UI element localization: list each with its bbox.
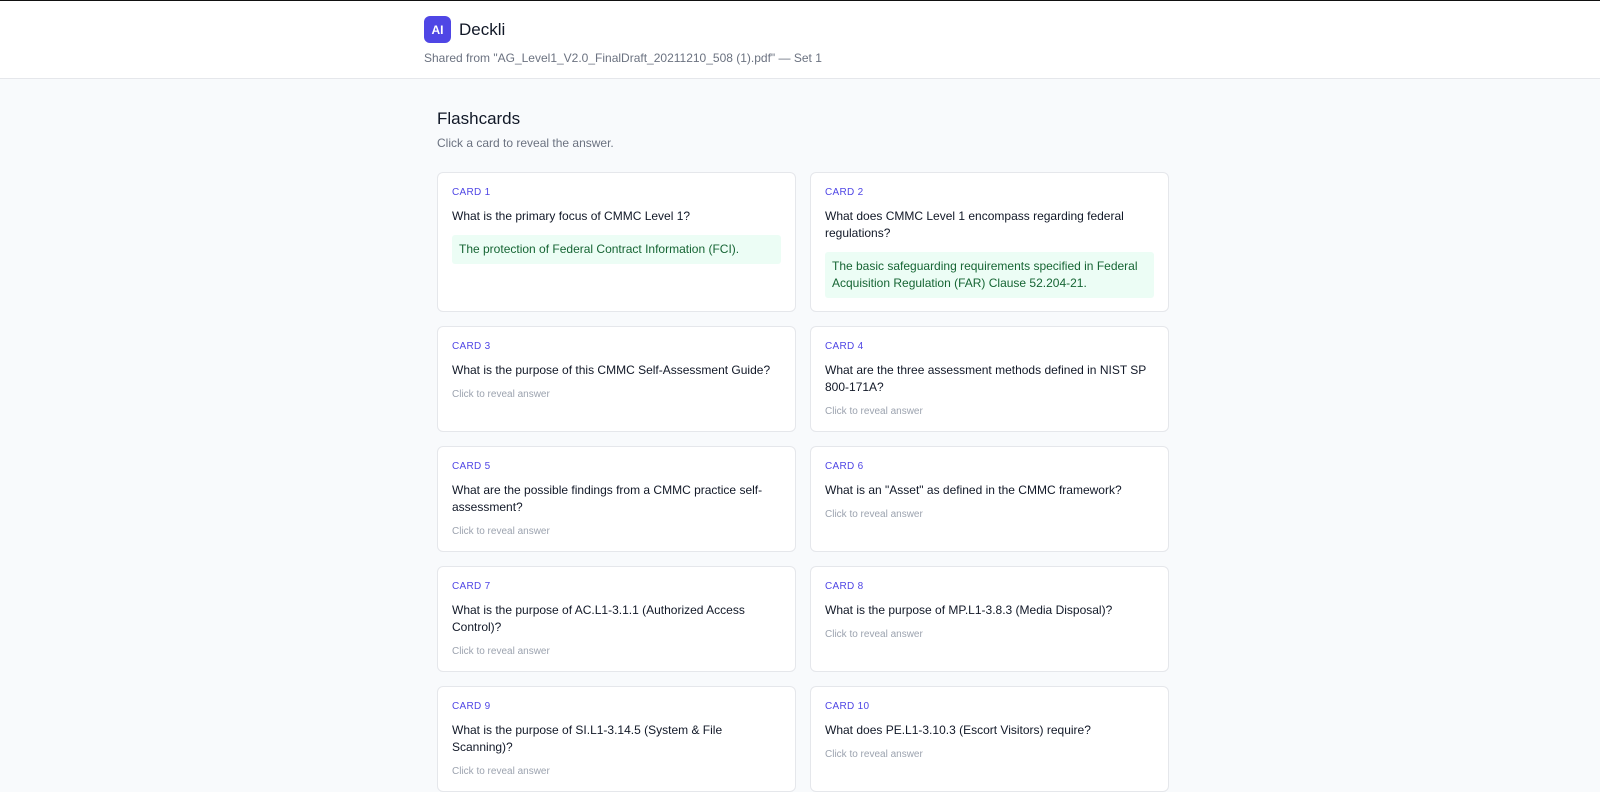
card-answer: The basic safeguarding requirements spec… — [825, 252, 1154, 298]
reveal-hint: Click to reveal answer — [825, 509, 923, 520]
flashcard[interactable]: CARD 1 What is the primary focus of CMMC… — [437, 172, 796, 312]
flashcard[interactable]: CARD 2 What does CMMC Level 1 encompass … — [810, 172, 1169, 312]
flashcard-grid: CARD 1 What is the primary focus of CMMC… — [437, 172, 1169, 792]
card-question: What is the purpose of this CMMC Self-As… — [452, 363, 771, 377]
card-number: CARD 9 — [452, 701, 491, 712]
flashcard[interactable]: CARD 8 What is the purpose of MP.L1-3.8.… — [810, 566, 1169, 672]
card-question: What does CMMC Level 1 encompass regardi… — [825, 209, 1124, 240]
card-question: What is the purpose of AC.L1-3.1.1 (Auth… — [452, 603, 745, 634]
card-number: CARD 3 — [452, 341, 491, 352]
flashcard[interactable]: CARD 3 What is the purpose of this CMMC … — [437, 326, 796, 432]
shared-from-text: Shared from "AG_Level1_V2.0_FinalDraft_2… — [424, 51, 822, 65]
card-question: What does PE.L1-3.10.3 (Escort Visitors)… — [825, 723, 1091, 737]
reveal-hint: Click to reveal answer — [452, 389, 550, 400]
card-number: CARD 6 — [825, 461, 864, 472]
card-number: CARD 5 — [452, 461, 491, 472]
reveal-hint: Click to reveal answer — [452, 646, 550, 657]
ai-logo-icon: AI — [424, 16, 451, 43]
card-number: CARD 4 — [825, 341, 864, 352]
reveal-hint: Click to reveal answer — [825, 629, 923, 640]
flashcard[interactable]: CARD 5 What are the possible findings fr… — [437, 446, 796, 552]
flashcard[interactable]: CARD 7 What is the purpose of AC.L1-3.1.… — [437, 566, 796, 672]
flashcard[interactable]: CARD 6 What is an "Asset" as defined in … — [810, 446, 1169, 552]
flashcard[interactable]: CARD 4 What are the three assessment met… — [810, 326, 1169, 432]
card-number: CARD 1 — [452, 187, 491, 198]
reveal-hint: Click to reveal answer — [825, 406, 923, 417]
card-question: What are the possible findings from a CM… — [452, 483, 763, 514]
card-number: CARD 7 — [452, 581, 491, 592]
main-content: Flashcards Click a card to reveal the an… — [437, 79, 1169, 792]
app-name: Deckli — [459, 19, 506, 39]
reveal-hint: Click to reveal answer — [452, 766, 550, 777]
brand: AI Deckli — [424, 16, 505, 43]
card-number: CARD 10 — [825, 701, 870, 712]
card-question: What are the three assessment methods de… — [825, 363, 1147, 394]
reveal-hint: Click to reveal answer — [452, 526, 550, 537]
reveal-hint: Click to reveal answer — [825, 749, 923, 760]
card-number: CARD 8 — [825, 581, 864, 592]
page-subtitle: Click a card to reveal the answer. — [437, 136, 614, 150]
card-question: What is an "Asset" as defined in the CMM… — [825, 483, 1122, 497]
card-question: What is the primary focus of CMMC Level … — [452, 209, 691, 223]
card-number: CARD 2 — [825, 187, 864, 198]
card-answer: The protection of Federal Contract Infor… — [452, 235, 781, 264]
page-title: Flashcards — [437, 109, 521, 128]
flashcard[interactable]: CARD 10 What does PE.L1-3.10.3 (Escort V… — [810, 686, 1169, 792]
card-question: What is the purpose of SI.L1-3.14.5 (Sys… — [452, 723, 723, 754]
app-header: AI Deckli Shared from "AG_Level1_V2.0_Fi… — [0, 1, 1600, 79]
card-question: What is the purpose of MP.L1-3.8.3 (Medi… — [825, 603, 1113, 617]
flashcard[interactable]: CARD 9 What is the purpose of SI.L1-3.14… — [437, 686, 796, 792]
